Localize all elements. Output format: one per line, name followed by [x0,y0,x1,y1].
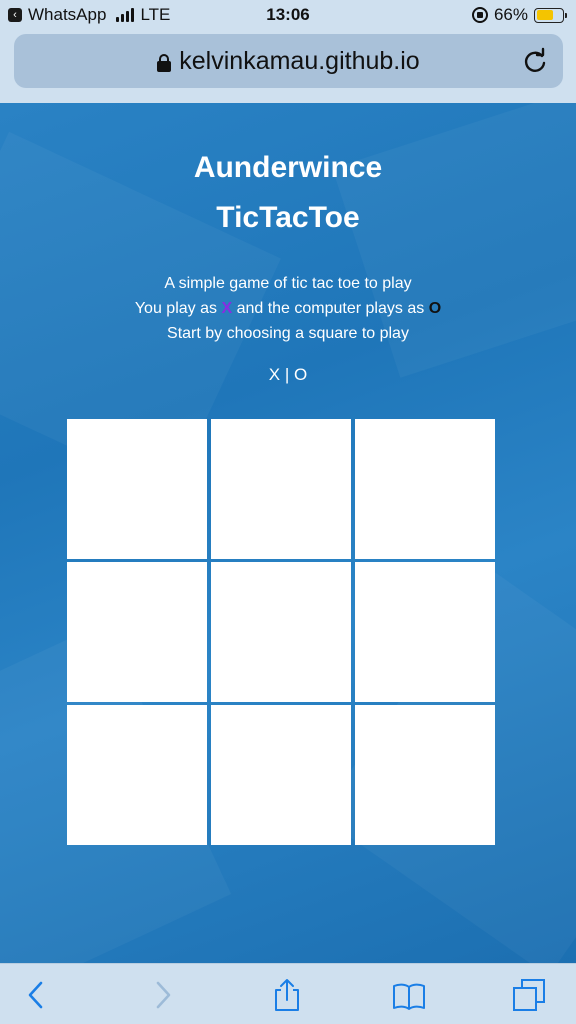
battery-fill [536,10,553,20]
status-bar: ‹ WhatsApp LTE 13:06 66% [0,0,576,30]
address-bar[interactable]: kelvinkamau.github.io [14,34,563,88]
board-cell-8[interactable] [211,705,351,845]
board-cell-7[interactable] [67,705,207,845]
url-text[interactable]: kelvinkamau.github.io [179,47,419,76]
back-app-label[interactable]: WhatsApp [28,5,106,25]
board-cell-3[interactable] [355,419,495,559]
board-cell-6[interactable] [355,562,495,702]
game-board [67,419,496,853]
rotation-lock-icon [471,7,488,23]
bookmarks-icon[interactable] [392,978,426,1012]
description: A simple game of tic tac toe to play You… [0,271,576,346]
network-label: LTE [140,5,171,24]
back-app-icon[interactable]: ‹ [8,8,22,22]
lock-icon [157,54,172,72]
board-cell-4[interactable] [67,562,207,702]
signal-icon [116,8,135,22]
share-icon[interactable] [270,978,304,1012]
board-cell-1[interactable] [67,419,207,559]
desc-line-2-middle: and the computer plays as [236,300,425,317]
score-display: X | O [268,365,308,384]
title-line-1: Aunderwince [193,151,383,184]
page-content: Aunderwince TicTacToe A simple game of t… [0,103,576,963]
desc-line-2-prefix: You play as [134,300,217,317]
browser-toolbar [0,963,576,1024]
title-line-2: TicTacToe [216,201,360,234]
player-mark: X [221,300,233,317]
desc-line-1: A simple game of tic tac toe to play [164,275,412,292]
forward-icon[interactable] [145,978,179,1012]
page-title: Aunderwince TicTacToe [0,143,576,243]
battery-icon [534,7,567,23]
board-cell-2[interactable] [211,419,351,559]
reload-icon[interactable] [521,47,549,75]
computer-mark: O [428,300,442,317]
battery-percent: 66% [493,5,528,24]
desc-line-2: You play as X and the computer plays as … [0,296,576,321]
desc-line-3: Start by choosing a square to play [167,325,409,342]
board-cell-5[interactable] [211,562,351,702]
back-icon[interactable] [20,978,54,1012]
board-cell-9[interactable] [355,705,495,845]
tabs-icon[interactable] [512,978,546,1012]
